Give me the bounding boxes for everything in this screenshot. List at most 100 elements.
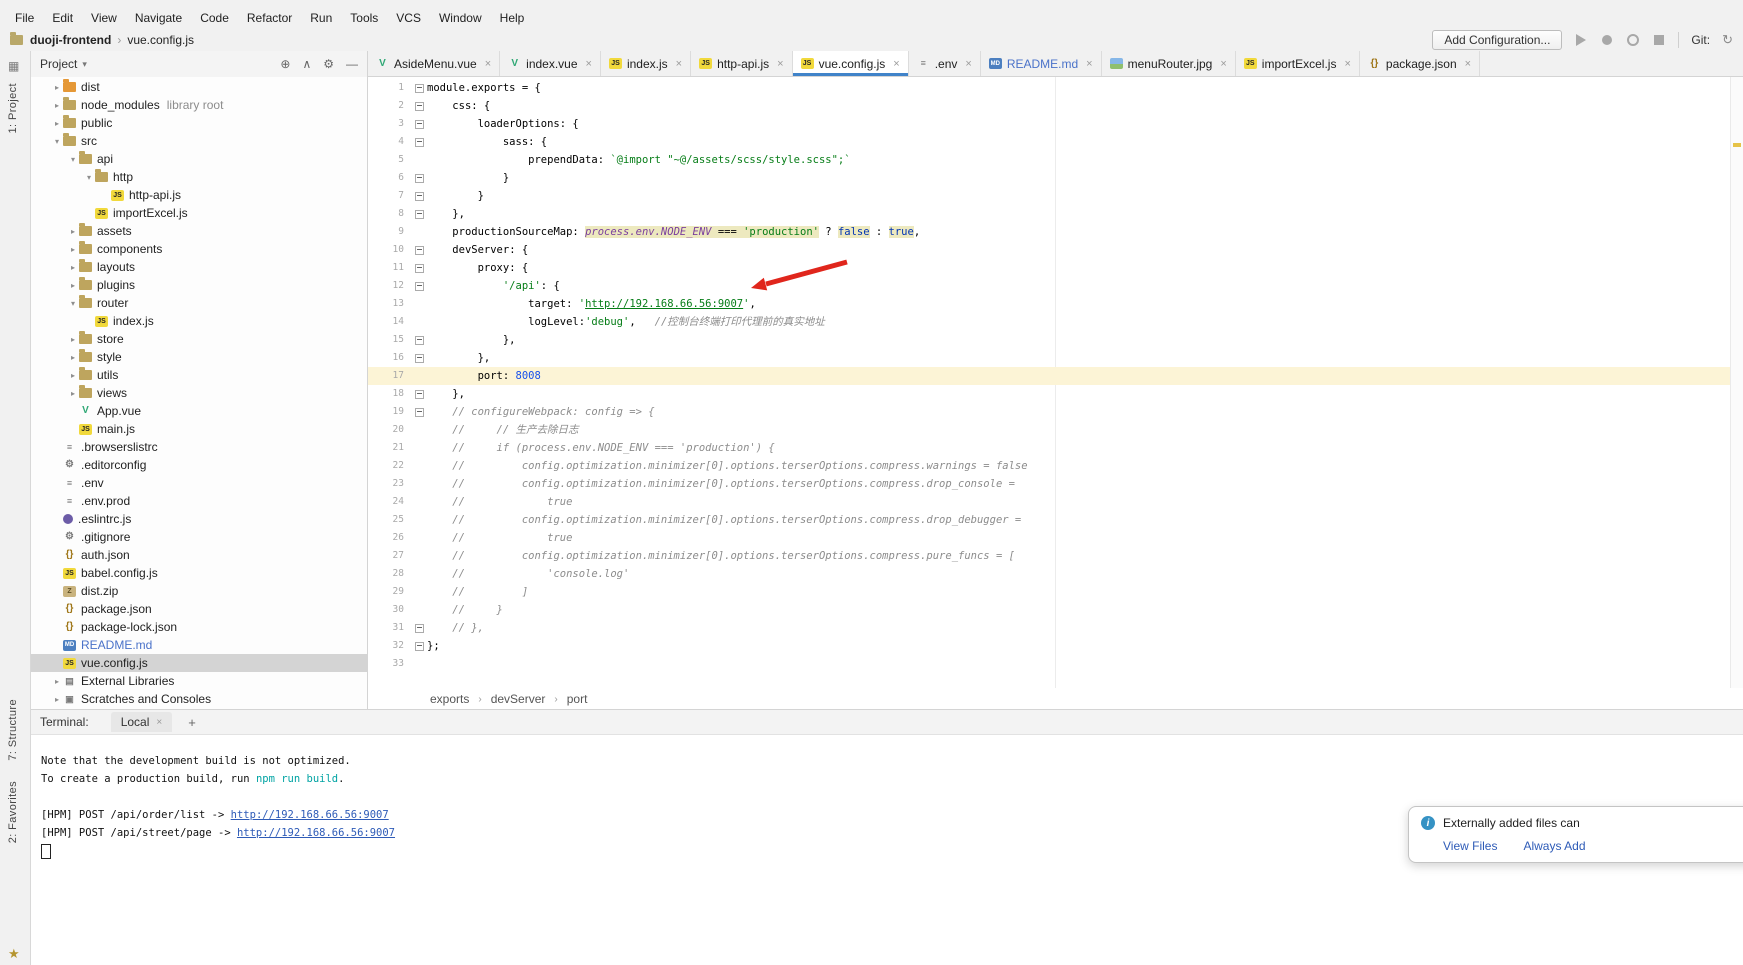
fold-marker[interactable]	[413, 79, 427, 97]
code-line[interactable]: 30 // }	[368, 601, 1731, 619]
code-line[interactable]: 33	[368, 655, 1731, 673]
close-icon[interactable]: ×	[676, 58, 682, 70]
view-files-link[interactable]: View Files	[1443, 839, 1497, 853]
menu-item-edit[interactable]: Edit	[43, 9, 82, 27]
fold-marker[interactable]	[413, 169, 427, 187]
fold-marker[interactable]	[413, 259, 427, 277]
tree-item-external-libraries[interactable]: ▸▤External Libraries	[31, 672, 367, 690]
project-view-selector[interactable]: Project ▾	[40, 57, 87, 71]
tree-item-package-lock-json[interactable]: {}package-lock.json	[31, 618, 367, 636]
code-line[interactable]: 4 sass: {	[368, 133, 1731, 151]
tab-menurouter-jpg[interactable]: menuRouter.jpg×	[1102, 51, 1236, 76]
code-line[interactable]: 13 target: 'http://192.168.66.56:9007',	[368, 295, 1731, 313]
fold-marker[interactable]	[413, 205, 427, 223]
tree-item-http-api-js[interactable]: JShttp-api.js	[31, 186, 367, 204]
structure-tool-button[interactable]: 7: Structure	[7, 699, 19, 761]
fold-icon[interactable]	[415, 282, 424, 291]
code-line[interactable]: 12 '/api': {	[368, 277, 1731, 295]
fold-icon[interactable]	[415, 174, 424, 183]
close-icon[interactable]: ×	[586, 58, 592, 70]
tab-vue-config-js[interactable]: JSvue.config.js×	[793, 51, 909, 76]
code-line[interactable]: 3 loaderOptions: {	[368, 115, 1731, 133]
editor-breadcrumb-devserver[interactable]: devServer	[491, 692, 546, 706]
tree-item-router[interactable]: ▾router	[31, 294, 367, 312]
tree-item-package-json[interactable]: {}package.json	[31, 600, 367, 618]
code-line[interactable]: 28 // 'console.log'	[368, 565, 1731, 583]
hide-panel-icon[interactable]: —	[346, 57, 358, 71]
warning-stripe-mark[interactable]	[1733, 143, 1741, 147]
code-line[interactable]: 5 prependData: `@import "~@/assets/scss/…	[368, 151, 1731, 169]
fold-icon[interactable]	[415, 354, 424, 363]
fold-marker[interactable]	[413, 241, 427, 259]
code-line[interactable]: 2 css: {	[368, 97, 1731, 115]
tree-item-dist[interactable]: ▸dist	[31, 78, 367, 96]
tree-item-babel-config-js[interactable]: JSbabel.config.js	[31, 564, 367, 582]
code-line[interactable]: 10 devServer: {	[368, 241, 1731, 259]
tab-http-api-js[interactable]: JShttp-api.js×	[691, 51, 792, 76]
tree-item-gitignore[interactable]: ⚙.gitignore	[31, 528, 367, 546]
tree-item-style[interactable]: ▸style	[31, 348, 367, 366]
code-line[interactable]: 23 // config.optimization.minimizer[0].o…	[368, 475, 1731, 493]
fold-marker[interactable]	[413, 619, 427, 637]
git-label[interactable]: Git:	[1691, 33, 1710, 47]
menu-item-code[interactable]: Code	[191, 9, 238, 27]
code-line[interactable]: 11 proxy: {	[368, 259, 1731, 277]
fold-icon[interactable]	[415, 210, 424, 219]
star-icon[interactable]: ★	[8, 946, 20, 962]
fold-marker[interactable]	[413, 637, 427, 655]
tab-index-js[interactable]: JSindex.js×	[601, 51, 691, 76]
close-icon[interactable]: ×	[777, 58, 783, 70]
favorites-tool-button[interactable]: 2: Favorites	[7, 781, 19, 843]
tree-item-http[interactable]: ▾http	[31, 168, 367, 186]
code-line[interactable]: 27 // config.optimization.minimizer[0].o…	[368, 547, 1731, 565]
fold-icon[interactable]	[415, 642, 424, 651]
code-line[interactable]: 7 }	[368, 187, 1731, 205]
new-terminal-icon[interactable]: +	[188, 715, 196, 730]
fold-icon[interactable]	[415, 120, 424, 129]
close-icon[interactable]: ×	[965, 58, 971, 70]
close-icon[interactable]: ×	[1465, 58, 1471, 70]
code-line[interactable]: 19 // configureWebpack: config => {	[368, 403, 1731, 421]
breadcrumb-item[interactable]: vue.config.js	[127, 33, 194, 47]
fold-icon[interactable]	[415, 192, 424, 201]
tree-item-readme-md[interactable]: MDREADME.md	[31, 636, 367, 654]
collapse-all-icon[interactable]: ∧	[302, 57, 311, 71]
code-line[interactable]: 16 },	[368, 349, 1731, 367]
stop-icon[interactable]	[1652, 33, 1666, 47]
code-line[interactable]: 18 },	[368, 385, 1731, 403]
close-icon[interactable]: ×	[156, 717, 162, 728]
tree-item-auth-json[interactable]: {}auth.json	[31, 546, 367, 564]
code-line[interactable]: 1module.exports = {	[368, 79, 1731, 97]
add-configuration-button[interactable]: Add Configuration...	[1432, 30, 1562, 50]
menu-item-refactor[interactable]: Refactor	[238, 9, 301, 27]
close-icon[interactable]: ×	[1086, 58, 1092, 70]
tree-item-main-js[interactable]: JSmain.js	[31, 420, 367, 438]
tab-env[interactable]: ≡.env×	[909, 51, 981, 76]
run-icon[interactable]	[1574, 33, 1588, 47]
project-tool-button[interactable]: 1: Project	[7, 83, 19, 133]
code-line[interactable]: 24 // true	[368, 493, 1731, 511]
code-line[interactable]: 26 // true	[368, 529, 1731, 547]
update-project-icon[interactable]: ↻	[1722, 32, 1733, 48]
tree-item-store[interactable]: ▸store	[31, 330, 367, 348]
terminal-link[interactable]: http://192.168.66.56:9007	[231, 809, 389, 821]
tree-item-layouts[interactable]: ▸layouts	[31, 258, 367, 276]
tree-item-views[interactable]: ▸views	[31, 384, 367, 402]
error-stripe[interactable]	[1730, 77, 1743, 688]
profiler-icon[interactable]	[1626, 33, 1640, 47]
code-line[interactable]: 32};	[368, 637, 1731, 655]
close-icon[interactable]: ×	[1220, 58, 1226, 70]
menu-item-tools[interactable]: Tools	[341, 9, 387, 27]
code-line[interactable]: 29 // ]	[368, 583, 1731, 601]
tab-index-vue[interactable]: Vindex.vue×	[500, 51, 601, 76]
code-line[interactable]: 6 }	[368, 169, 1731, 187]
code-line[interactable]: 22 // config.optimization.minimizer[0].o…	[368, 457, 1731, 475]
close-icon[interactable]: ×	[1344, 58, 1350, 70]
fold-marker[interactable]	[413, 115, 427, 133]
tree-item-eslintrc-js[interactable]: .eslintrc.js	[31, 510, 367, 528]
menu-item-run[interactable]: Run	[301, 9, 341, 27]
editor-breadcrumb-port[interactable]: port	[567, 692, 588, 706]
tree-item-api[interactable]: ▾api	[31, 150, 367, 168]
tree-item-env-prod[interactable]: ≡.env.prod	[31, 492, 367, 510]
fold-icon[interactable]	[415, 408, 424, 417]
